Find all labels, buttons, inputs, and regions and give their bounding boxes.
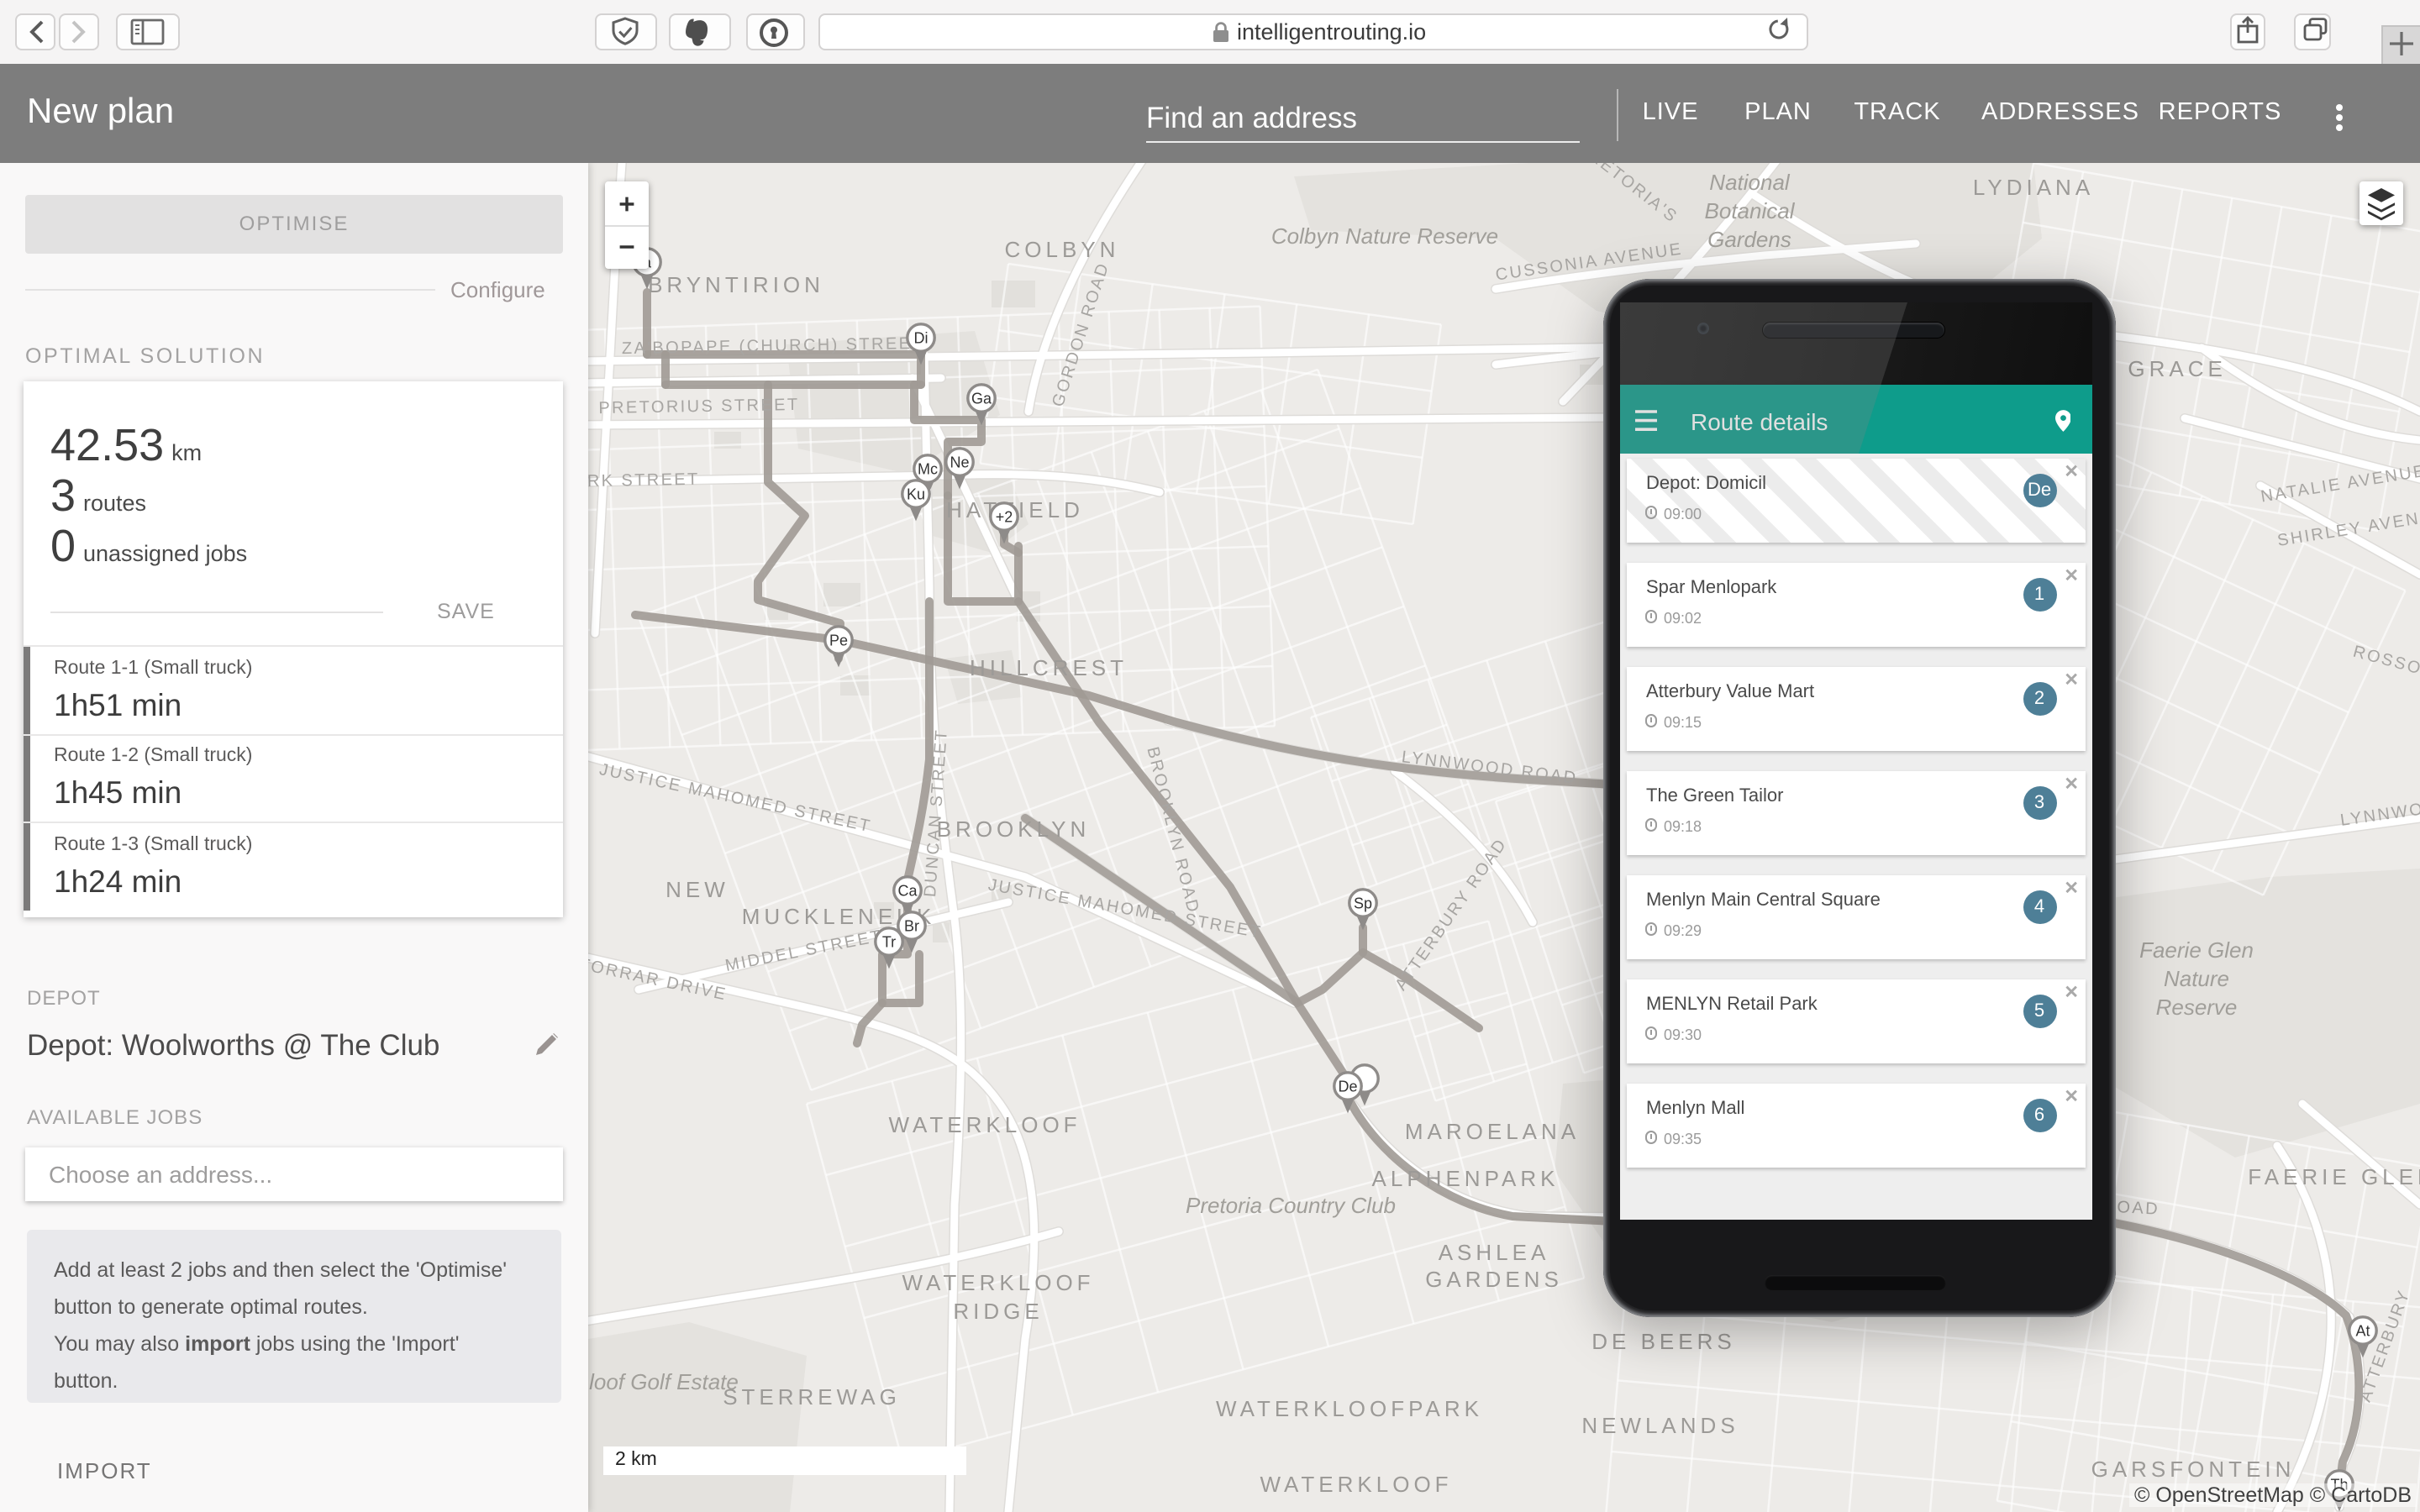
svg-text:Tr: Tr (882, 933, 896, 950)
svg-text:Di: Di (914, 329, 929, 346)
svg-text:Ku: Ku (907, 486, 925, 502)
svg-text:Pe: Pe (829, 632, 848, 648)
svg-text:MAROELANA: MAROELANA (1405, 1119, 1580, 1144)
svg-text:NEWLANDS: NEWLANDS (1581, 1413, 1739, 1438)
svg-text:Br: Br (904, 917, 919, 934)
svg-text:Botanical: Botanical (1705, 198, 1796, 223)
svg-text:BROOKLYN: BROOKLYN (937, 816, 1091, 842)
svg-text:HILLCREST: HILLCREST (970, 655, 1128, 680)
svg-text:BRYNTIRION: BRYNTIRION (648, 272, 824, 297)
svg-text:Colbyn Nature Reserve: Colbyn Nature Reserve (1271, 223, 1498, 249)
svg-text:WATERKLOOF: WATERKLOOF (1260, 1472, 1452, 1497)
svg-text:GARSFONTEIN: GARSFONTEIN (2091, 1457, 2296, 1482)
svg-text:Mc: Mc (918, 460, 938, 477)
svg-text:WATERKLOOFPARK: WATERKLOOFPARK (1216, 1396, 1483, 1421)
svg-text:LYDIANA: LYDIANA (1973, 175, 2094, 200)
svg-text:Nature: Nature (2164, 966, 2229, 991)
svg-text:STERREWAG: STERREWAG (723, 1384, 901, 1410)
svg-text:FAERIE GLEN: FAERIE GLEN (2248, 1164, 2420, 1189)
svg-text:NEW: NEW (666, 877, 729, 902)
svg-text:Faerie Glen: Faerie Glen (2139, 937, 2254, 963)
svg-text:Ca: Ca (897, 882, 918, 899)
svg-text:ASHLEA: ASHLEA (1439, 1240, 1550, 1265)
svg-text:ARK STREET: ARK STREET (588, 470, 700, 491)
svg-text:COLBYN: COLBYN (1005, 237, 1120, 262)
svg-text:At: At (2355, 1322, 2370, 1339)
svg-text:National: National (1709, 170, 1791, 195)
svg-text:DE BEERS: DE BEERS (1591, 1329, 1736, 1354)
svg-text:WATERKLOOF: WATERKLOOF (888, 1112, 1081, 1137)
svg-text:Sp: Sp (1354, 895, 1372, 911)
svg-text:+2: +2 (996, 508, 1013, 525)
svg-text:PRETORIUS STREET: PRETORIUS STREET (598, 396, 800, 417)
svg-text:Gardens: Gardens (1707, 227, 1791, 252)
svg-text:Ga: Ga (971, 390, 992, 407)
svg-text:Reserve: Reserve (2156, 995, 2238, 1020)
svg-text:GARDENS: GARDENS (1425, 1267, 1563, 1292)
svg-text:Ne: Ne (950, 454, 969, 470)
svg-text:Pretoria Country Club: Pretoria Country Club (1186, 1193, 1396, 1218)
svg-text:ALPHENPARK: ALPHENPARK (1372, 1166, 1560, 1191)
svg-text:WATERKLOOF: WATERKLOOF (902, 1270, 1094, 1295)
svg-text:intelligentrouting.io: intelligentrouting.io (1237, 19, 1426, 45)
svg-text:De: De (1338, 1078, 1357, 1095)
svg-text:loof Golf Estate: loof Golf Estate (589, 1369, 739, 1394)
svg-text:RIDGE: RIDGE (953, 1299, 1043, 1324)
